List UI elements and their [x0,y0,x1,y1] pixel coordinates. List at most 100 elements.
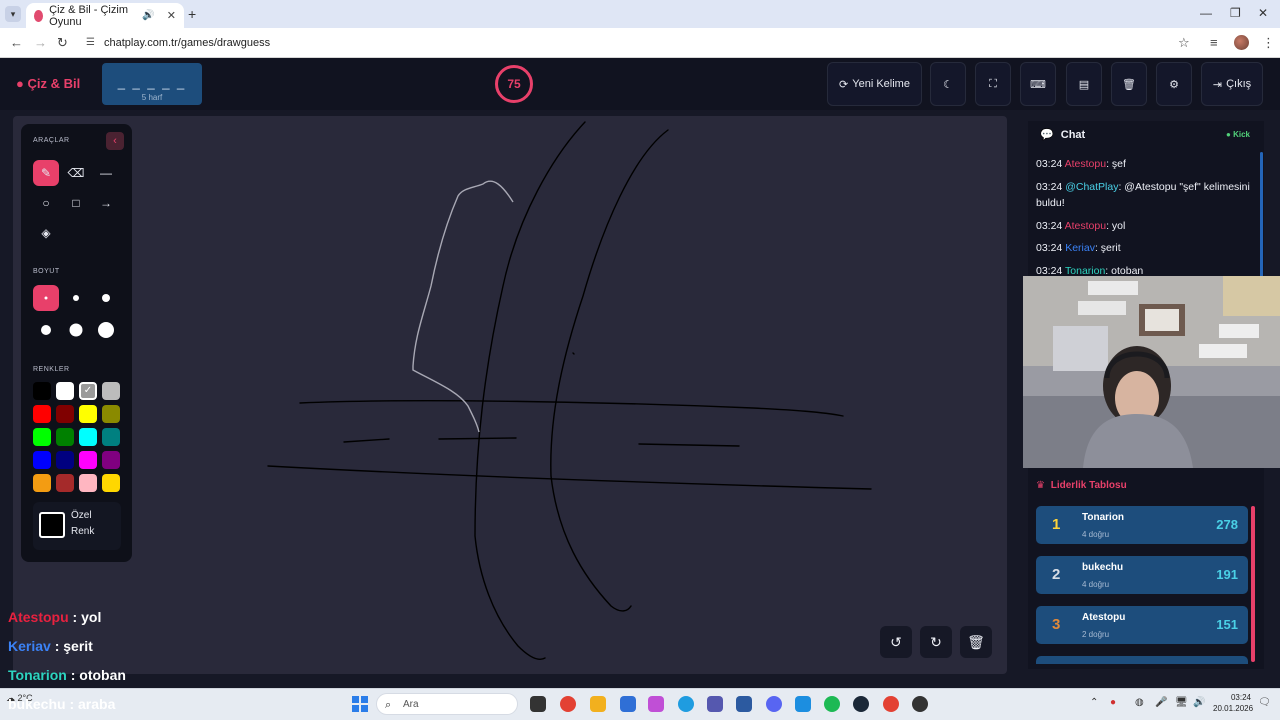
fullscreen-button[interactable]: ⛶ [975,62,1011,106]
file-explorer-icon[interactable] [590,696,606,712]
color-swatch[interactable] [56,405,74,423]
fill-tool-button[interactable]: ◈ [33,220,59,246]
clear-canvas-button[interactable]: 🗑 [960,626,992,658]
task-view-icon[interactable] [530,696,546,712]
color-swatch[interactable] [79,451,97,469]
brush-tool-button[interactable]: ✎ [33,160,59,186]
app-logo[interactable]: ● Çiz & Bil [16,76,80,91]
color-swatch[interactable] [102,382,120,400]
minimize-icon[interactable]: — [1200,6,1212,20]
rectangle-tool-button[interactable]: □ [63,190,89,216]
chrome-icon[interactable] [560,696,576,712]
exit-button[interactable]: ⇥ Çıkış [1201,62,1263,106]
profile-avatar[interactable] [1234,35,1249,50]
color-swatch[interactable] [79,405,97,423]
site-info-icon[interactable]: ☰ [86,32,95,54]
browser-tab[interactable]: Çiz & Bil - Çizim Oyunu 🔊 ✕ [26,3,184,28]
url-field[interactable]: ☰ chatplay.com.tr/games/drawguess [80,32,1200,54]
chrome-active-icon[interactable] [883,696,899,712]
system-clock[interactable]: 03:24 20.01.2026 [1213,692,1253,714]
size-option-1[interactable] [33,285,59,311]
color-swatch[interactable] [33,382,51,400]
undo-button[interactable]: ↺ [880,626,912,658]
size-option-3[interactable] [93,285,119,311]
spotify-icon[interactable] [824,696,840,712]
network-icon[interactable]: 🖥 [1175,697,1188,708]
close-window-icon[interactable]: ✕ [1258,6,1268,20]
new-word-button[interactable]: ⟳ Yeni Kelime [827,62,922,106]
store-icon[interactable] [620,696,636,712]
volume-icon[interactable]: 🔊 [1193,697,1205,708]
archive-button[interactable]: ▤ [1066,62,1102,106]
line-tool-button[interactable]: — [93,160,119,186]
color-swatch[interactable] [33,474,51,492]
eraser-tool-button[interactable]: ⌫ [63,160,89,186]
keyboard-button[interactable]: ⌨ [1020,62,1056,106]
browser-menu-icon[interactable]: ⋮ [1262,35,1275,51]
circle-tool-button[interactable]: ○ [33,190,59,216]
color-swatch[interactable] [56,428,74,446]
steam-icon[interactable] [853,696,869,712]
restore-icon[interactable]: ❐ [1230,6,1241,20]
color-swatch[interactable] [102,451,120,469]
taskbar-search[interactable]: ⌕ Ara [376,693,518,715]
color-swatch[interactable] [79,474,97,492]
redo-button[interactable]: ↻ [920,626,952,658]
color-swatch[interactable] [56,474,74,492]
custom-color-button[interactable]: Özel Renk [33,502,121,550]
leaderboard-correct: 4 doğru [1082,580,1110,589]
close-tab-icon[interactable]: ✕ [167,9,176,22]
overlay-user: Tonarion [8,667,67,683]
arrow-tool-button[interactable]: → [93,190,119,216]
color-swatch[interactable] [56,382,74,400]
collapse-panel-button[interactable]: ‹ [106,132,124,150]
notifications-icon[interactable]: 🗨 [1258,697,1271,708]
color-swatch[interactable] [79,428,97,446]
color-swatch[interactable] [33,428,51,446]
size-option-5[interactable] [63,317,89,343]
dark-mode-button[interactable]: ☾ [930,62,966,106]
color-swatch[interactable] [102,474,120,492]
drawing-canvas[interactable] [13,116,1007,674]
size-option-4[interactable] [33,317,59,343]
microphone-icon[interactable]: 🎤 [1155,697,1167,708]
app-icon[interactable] [736,696,752,712]
forward-icon[interactable]: → [34,35,47,50]
color-swatch[interactable] [102,428,120,446]
color-swatch[interactable] [33,451,51,469]
teams-icon[interactable] [707,696,723,712]
speaker-icon[interactable]: 🔊 [142,10,154,21]
discord-icon[interactable] [766,696,782,712]
color-swatch[interactable] [33,405,51,423]
tray-app-icon[interactable]: ◍ [1135,697,1144,708]
tray-app-icon[interactable]: ● [1110,697,1116,708]
leaderboard-row: 3 Atestopu 2 doğru 151 [1036,606,1248,644]
obs-icon[interactable] [912,696,928,712]
chat-user[interactable]: Atestopu [1065,158,1106,170]
size-option-6[interactable] [93,317,119,343]
chat-user[interactable]: Keriav [1065,242,1095,254]
windows-start-icon[interactable] [352,696,368,712]
reload-icon[interactable]: ↻ [57,35,68,51]
webcam-image [1023,276,1280,468]
edge-icon[interactable] [678,696,694,712]
leaderboard-scrollbar[interactable] [1251,506,1255,662]
reading-list-icon[interactable]: ≡ [1210,35,1218,50]
bookmark-star-icon[interactable]: ☆ [1178,35,1190,51]
color-swatch[interactable] [56,451,74,469]
show-hidden-icons-icon[interactable]: ⌃ [1090,697,1098,708]
monitor-app-icon[interactable] [795,696,811,712]
copilot-icon[interactable] [648,696,664,712]
chat-user[interactable]: Atestopu [1065,220,1106,232]
chat-user[interactable]: @ChatPlay [1065,181,1118,193]
settings-button[interactable]: ⚙ [1156,62,1192,106]
chat-scrollbar[interactable] [1260,152,1263,278]
size-option-2[interactable] [63,285,89,311]
tab-list-button[interactable]: ▾ [5,6,21,22]
tools-title: ARAÇLAR [33,137,70,144]
color-swatch[interactable]: ✓ [79,382,97,400]
back-icon[interactable]: ← [10,35,23,50]
new-tab-button[interactable]: + [188,6,196,22]
clear-button[interactable]: 🗑 [1111,62,1147,106]
color-swatch[interactable] [102,405,120,423]
